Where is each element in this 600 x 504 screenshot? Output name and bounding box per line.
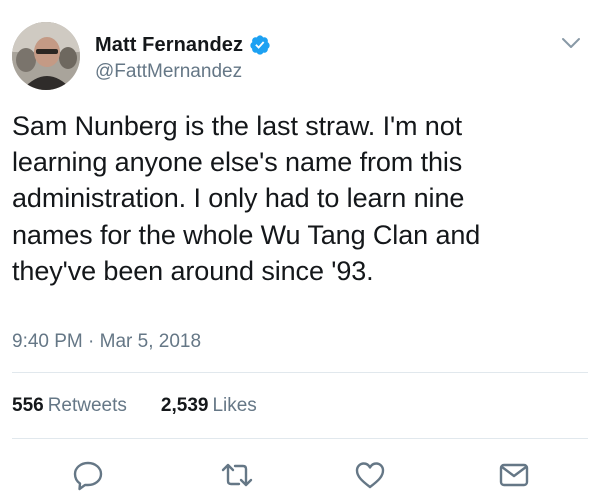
tweet-timestamp[interactable]: 9:40 PM · Mar 5, 2018 — [12, 331, 201, 353]
likes-label: Likes — [212, 395, 257, 416]
display-name[interactable]: Matt Fernandez — [95, 34, 243, 57]
chevron-down-icon[interactable] — [560, 32, 582, 54]
tweet-text: Sam Nunberg is the last straw. I'm not l… — [12, 111, 481, 286]
name-row: Matt Fernandez — [95, 33, 271, 57]
reply-icon[interactable] — [71, 458, 105, 492]
action-bar — [0, 448, 600, 500]
divider — [12, 372, 588, 373]
envelope-icon[interactable] — [497, 458, 531, 492]
avatar-image — [12, 22, 80, 90]
retweets-count: 556 — [12, 395, 44, 416]
likes-stat[interactable]: 2,539 Likes — [161, 395, 257, 417]
tweet-header: Matt Fernandez @FattMernandez — [12, 22, 588, 92]
tweet-card: Matt Fernandez @FattMernandez Sam Nunber… — [0, 0, 600, 504]
avatar[interactable] — [12, 22, 80, 90]
heart-icon[interactable] — [353, 458, 387, 492]
retweets-stat[interactable]: 556 Retweets — [12, 395, 127, 417]
tweet-stats: 556 Retweets 2,539 Likes — [12, 395, 291, 417]
author-handle[interactable]: @FattMernandez — [95, 61, 271, 83]
divider — [12, 438, 588, 439]
likes-count: 2,539 — [160, 395, 209, 416]
author-block: Matt Fernandez @FattMernandez — [95, 33, 271, 83]
retweet-icon[interactable] — [220, 458, 254, 492]
retweets-label: Retweets — [47, 395, 127, 416]
verified-badge-icon — [249, 34, 271, 56]
